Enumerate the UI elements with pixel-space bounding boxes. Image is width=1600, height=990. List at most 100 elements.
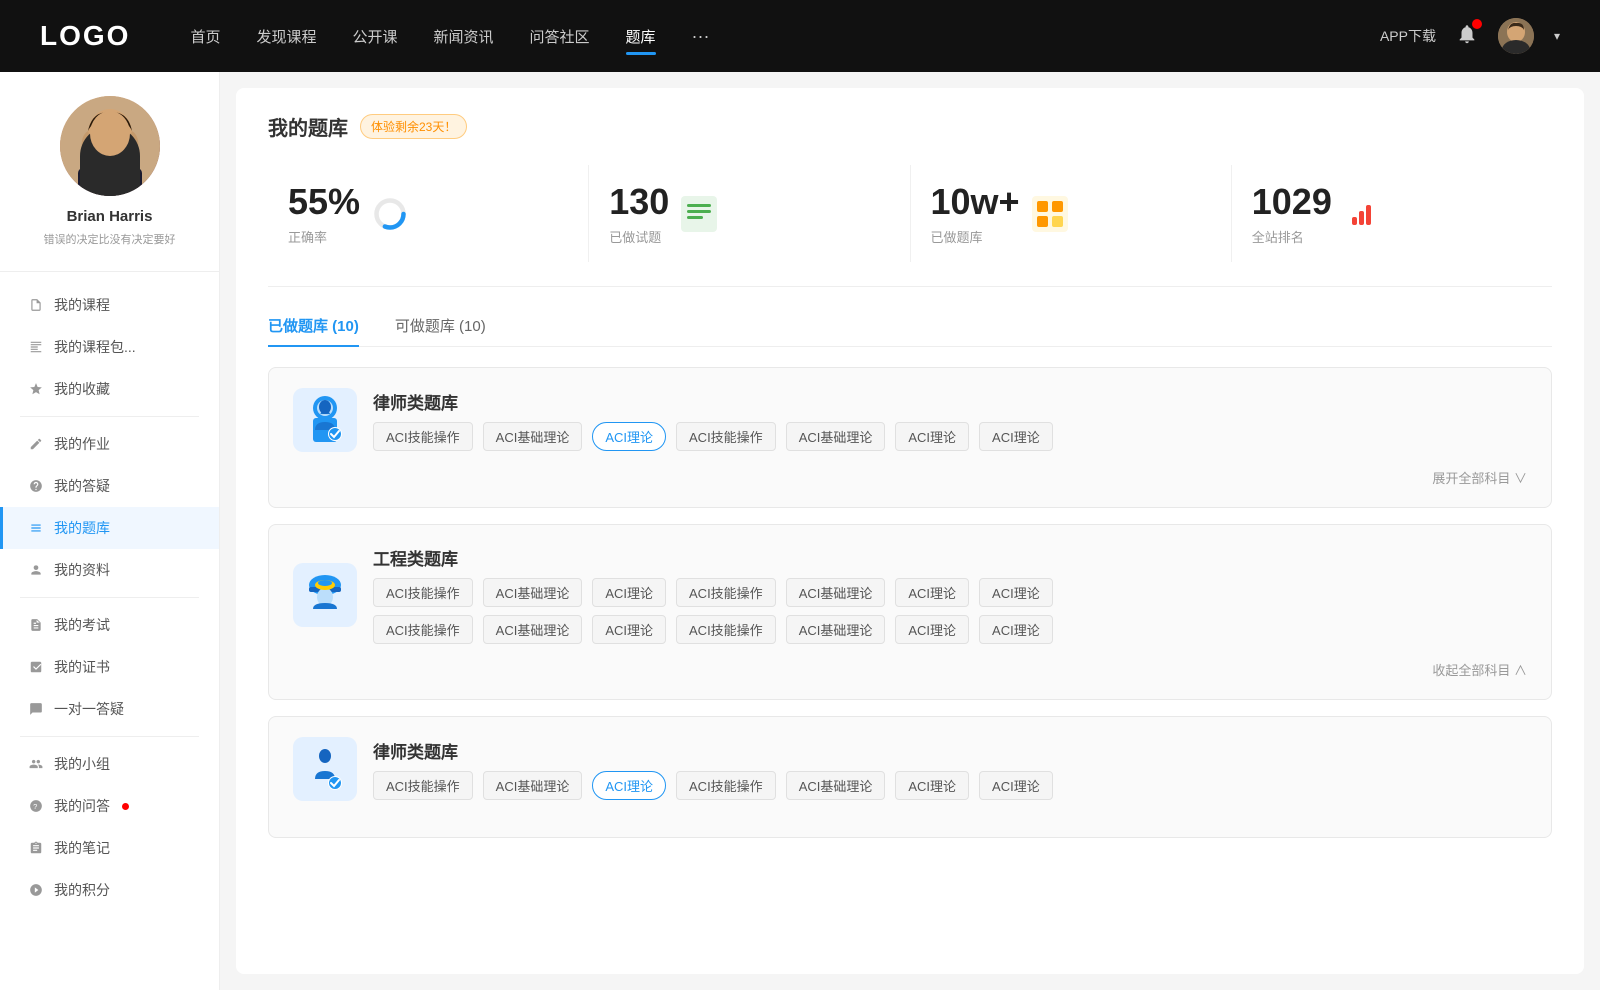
- user-menu-chevron[interactable]: ▾: [1554, 29, 1560, 43]
- trial-badge: 体验剩余23天！: [360, 114, 467, 139]
- tab-available-banks[interactable]: 可做题库 (10): [395, 315, 486, 346]
- sidebar-item-mypoints[interactable]: 我的积分: [0, 869, 219, 911]
- tag-2-5[interactable]: ACI基础理论: [786, 578, 886, 607]
- score-icon: [28, 882, 44, 898]
- sidebar-item-mygroup[interactable]: 我的小组: [0, 743, 219, 785]
- nav-home[interactable]: 首页: [190, 26, 220, 47]
- tag-3-1[interactable]: ACI技能操作: [373, 771, 473, 800]
- chat-icon: [28, 701, 44, 717]
- page-title: 我的题库: [268, 112, 348, 141]
- divider-1: [20, 416, 199, 417]
- tag-3-4[interactable]: ACI技能操作: [676, 771, 776, 800]
- bank-card-2: 工程类题库 ACI技能操作 ACI基础理论 ACI理论 ACI技能操作 ACI基…: [268, 524, 1552, 700]
- expand-link-1[interactable]: 展开全部科目 ∨: [293, 468, 1527, 487]
- cert-icon: [28, 659, 44, 675]
- tag-2-extra-7[interactable]: ACI理论: [979, 615, 1053, 644]
- avatar-large: [60, 96, 160, 196]
- nav-discover[interactable]: 发现课程: [256, 26, 316, 47]
- sidebar-item-mybank[interactable]: 我的题库: [0, 507, 219, 549]
- sidebar-label-mybank: 我的题库: [54, 518, 110, 538]
- sidebar-label-onetoone: 一对一答疑: [54, 699, 124, 719]
- notification-badge: [1472, 19, 1482, 29]
- sidebar-label-myexam: 我的考试: [54, 615, 110, 635]
- sidebar-label-mycert: 我的证书: [54, 657, 110, 677]
- content-inner: 我的题库 体验剩余23天！ 55% 正确率: [236, 88, 1584, 974]
- sidebar-item-myqalist[interactable]: ? 我的问答: [0, 785, 219, 827]
- app-download-button[interactable]: APP下载: [1380, 26, 1436, 46]
- nav-questionbank[interactable]: 题库: [626, 26, 656, 47]
- avatar-image-large: [60, 96, 160, 196]
- tag-2-7[interactable]: ACI理论: [979, 578, 1053, 607]
- bank-card-1-title: 律师类题库: [373, 389, 1053, 414]
- tag-1-7[interactable]: ACI理论: [979, 422, 1053, 451]
- sidebar: Brian Harris 错误的决定比没有决定要好 我的课程 我的课程包...: [0, 72, 220, 990]
- tag-2-extra-2[interactable]: ACI基础理论: [483, 615, 583, 644]
- sidebar-item-myqa[interactable]: 我的答疑: [0, 465, 219, 507]
- chart-icon: [28, 339, 44, 355]
- stat-done-banks: 10w+ 已做题库: [910, 165, 1231, 262]
- sidebar-item-mynotes[interactable]: 我的笔记: [0, 827, 219, 869]
- tag-1-3[interactable]: ACI理论: [592, 422, 666, 451]
- nav-opencourse[interactable]: 公开课: [352, 26, 397, 47]
- tag-1-6[interactable]: ACI理论: [895, 422, 969, 451]
- svg-text:?: ?: [33, 802, 37, 811]
- list-icon: [681, 196, 717, 232]
- tag-1-4[interactable]: ACI技能操作: [676, 422, 776, 451]
- sidebar-item-mycoursepackages[interactable]: 我的课程包...: [0, 326, 219, 368]
- bar-3: [1366, 205, 1371, 225]
- avatar-image: [1498, 18, 1534, 54]
- tag-3-3[interactable]: ACI理论: [592, 771, 666, 800]
- nav-more[interactable]: ···: [692, 26, 710, 47]
- stat-accuracy-value: 55%: [288, 181, 360, 223]
- sidebar-label-myhomework: 我的作业: [54, 434, 110, 454]
- avatar-svg-large: [60, 96, 160, 196]
- sidebar-item-myfavorites[interactable]: 我的收藏: [0, 368, 219, 410]
- stat-done-label: 已做试题: [609, 227, 669, 246]
- sidebar-item-myexam[interactable]: 我的考试: [0, 604, 219, 646]
- sidebar-item-myhomework[interactable]: 我的作业: [0, 423, 219, 465]
- stat-accuracy: 55% 正确率: [268, 165, 588, 262]
- tag-2-2[interactable]: ACI基础理论: [483, 578, 583, 607]
- tag-1-5[interactable]: ACI基础理论: [786, 422, 886, 451]
- bank-card-3: 律师类题库 ACI技能操作 ACI基础理论 ACI理论 ACI技能操作 ACI基…: [268, 716, 1552, 838]
- tag-2-extra-5[interactable]: ACI基础理论: [786, 615, 886, 644]
- tag-2-extra-4[interactable]: ACI技能操作: [676, 615, 776, 644]
- tag-3-2[interactable]: ACI基础理论: [483, 771, 583, 800]
- expand-link-2[interactable]: 收起全部科目 ∧: [293, 660, 1527, 679]
- sidebar-item-myprofile[interactable]: 我的资料: [0, 549, 219, 591]
- tag-3-7[interactable]: ACI理论: [979, 771, 1053, 800]
- nav-news[interactable]: 新闻资讯: [434, 26, 494, 47]
- tag-2-extra-3[interactable]: ACI理论: [592, 615, 666, 644]
- stat-accuracy-label: 正确率: [288, 227, 360, 246]
- bank-card-1-title-wrap: 律师类题库 ACI技能操作 ACI基础理论 ACI理论 ACI技能操作 ACI基…: [373, 389, 1053, 451]
- stat-banks-value: 10w+: [931, 181, 1020, 223]
- sidebar-label-mycoursepackages: 我的课程包...: [54, 337, 136, 357]
- tag-2-4[interactable]: ACI技能操作: [676, 578, 776, 607]
- star-icon: [28, 381, 44, 397]
- nav-qa[interactable]: 问答社区: [530, 26, 590, 47]
- tab-done-banks[interactable]: 已做题库 (10): [268, 315, 359, 346]
- sidebar-item-mycourses[interactable]: 我的课程: [0, 284, 219, 326]
- stat-rank-info: 1029 全站排名: [1252, 181, 1332, 246]
- tag-2-extra-1[interactable]: ACI技能操作: [373, 615, 473, 644]
- logo: LOGO: [40, 20, 130, 52]
- sidebar-item-onetoone[interactable]: 一对一答疑: [0, 688, 219, 730]
- group-icon: [28, 756, 44, 772]
- tag-1-2[interactable]: ACI基础理论: [483, 422, 583, 451]
- tag-2-6[interactable]: ACI理论: [895, 578, 969, 607]
- sidebar-label-mygroup: 我的小组: [54, 754, 110, 774]
- doc-icon: [28, 297, 44, 313]
- tag-2-extra-6[interactable]: ACI理论: [895, 615, 969, 644]
- user-avatar-nav[interactable]: [1498, 18, 1534, 54]
- tag-3-6[interactable]: ACI理论: [895, 771, 969, 800]
- bar-chart-inner: [1352, 203, 1371, 225]
- sidebar-item-mycert[interactable]: 我的证书: [0, 646, 219, 688]
- bank-card-1-header: 👤 律师类题库 ACI技能操作: [293, 388, 1527, 452]
- bank-card-1: 👤 律师类题库 ACI技能操作: [268, 367, 1552, 508]
- bank-icon: [28, 520, 44, 536]
- notification-bell[interactable]: [1456, 23, 1478, 50]
- tag-2-3[interactable]: ACI理论: [592, 578, 666, 607]
- tag-2-1[interactable]: ACI技能操作: [373, 578, 473, 607]
- tag-3-5[interactable]: ACI基础理论: [786, 771, 886, 800]
- tag-1-1[interactable]: ACI技能操作: [373, 422, 473, 451]
